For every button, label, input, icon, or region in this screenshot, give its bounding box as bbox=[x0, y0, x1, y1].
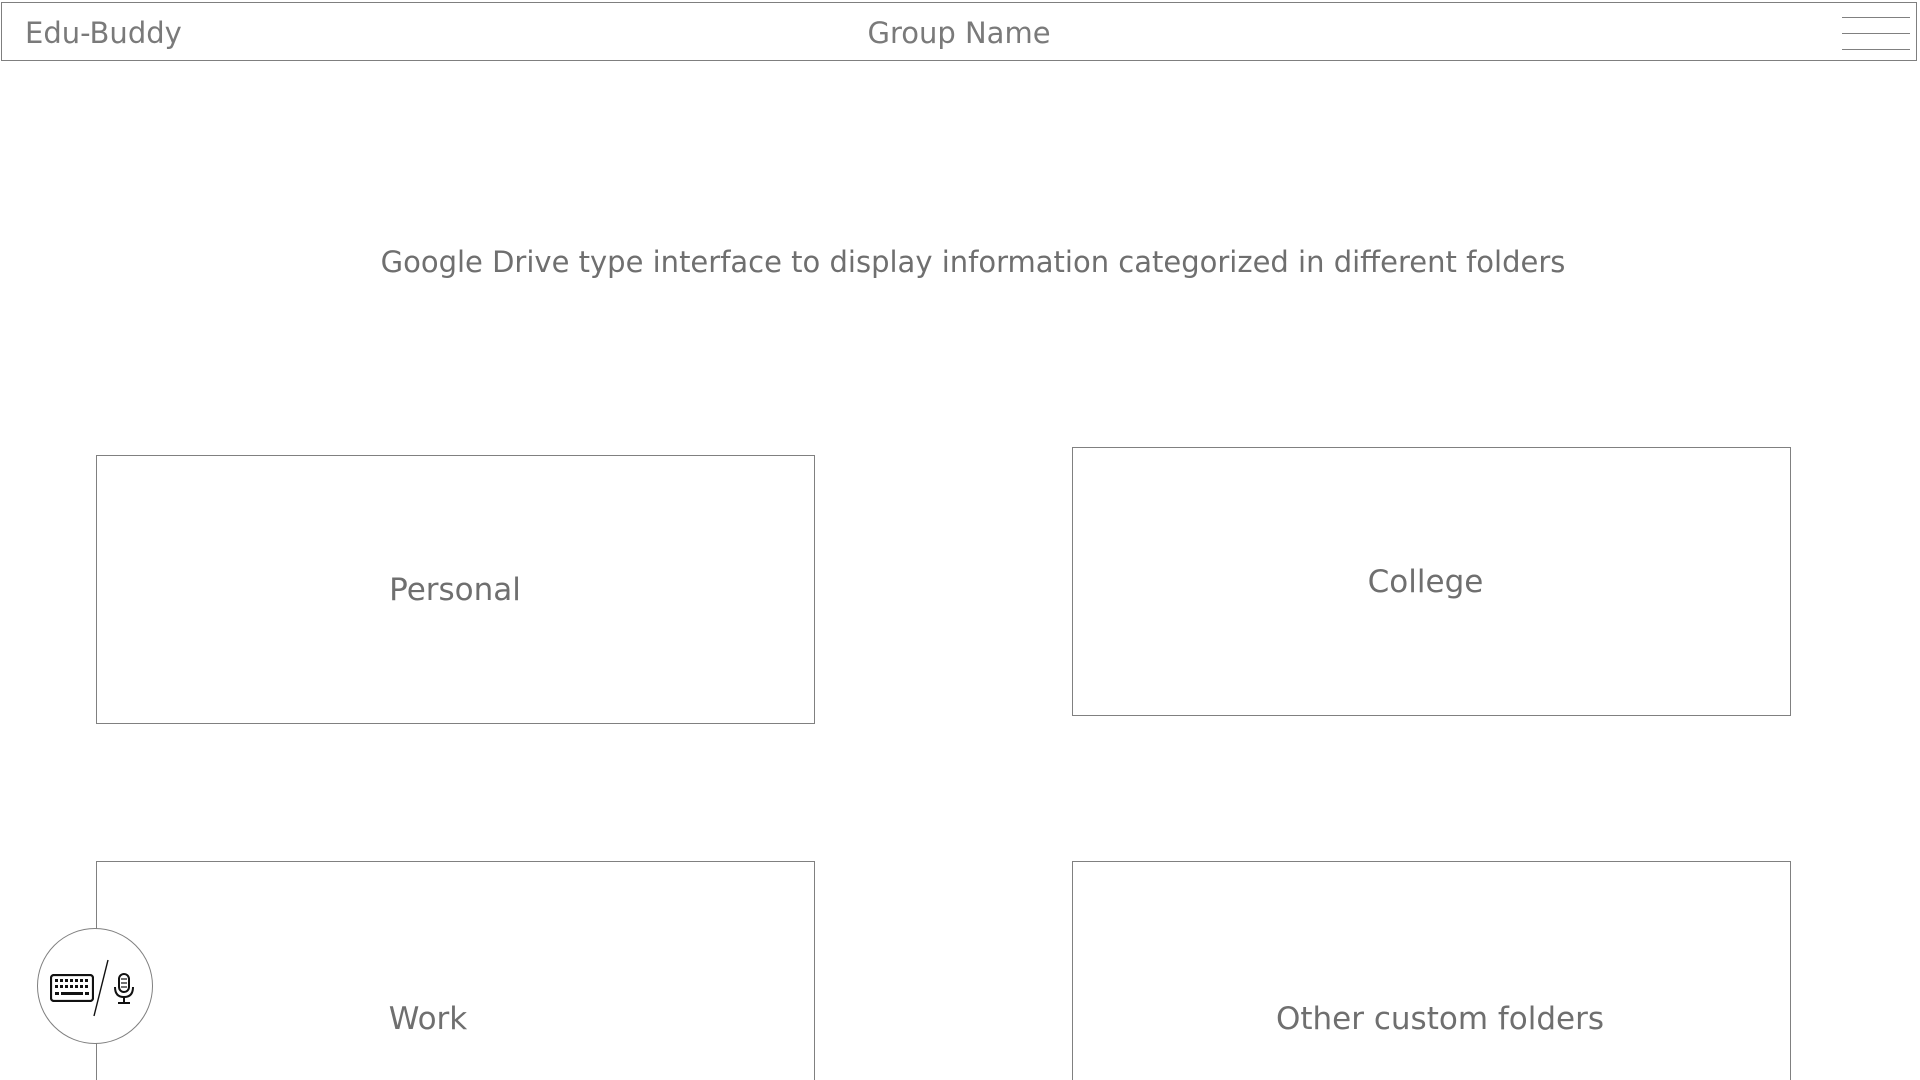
folder-label: Work bbox=[388, 1001, 468, 1037]
input-mode-toggle-button[interactable] bbox=[37, 928, 153, 1044]
menu-line bbox=[1842, 17, 1910, 18]
folder-personal[interactable]: Personal bbox=[96, 455, 815, 724]
microphone-icon bbox=[114, 973, 134, 1004]
top-bar: Edu-Buddy Group Name bbox=[1, 2, 1917, 61]
slash-divider bbox=[93, 959, 109, 1017]
menu-line bbox=[1842, 33, 1910, 34]
folder-work[interactable]: Work bbox=[96, 861, 815, 1080]
folder-label: Personal bbox=[389, 571, 521, 608]
menu-line bbox=[1842, 49, 1910, 50]
folder-label: Other custom folders bbox=[1275, 1001, 1605, 1037]
folder-college[interactable]: College bbox=[1072, 447, 1791, 716]
folder-other-custom[interactable]: Other custom folders bbox=[1072, 861, 1791, 1080]
hamburger-menu-icon[interactable] bbox=[1842, 13, 1910, 53]
keyboard-icon bbox=[50, 974, 94, 1002]
group-name: Group Name bbox=[867, 16, 1051, 50]
page-description: Google Drive type interface to display i… bbox=[380, 245, 1566, 279]
folder-label: College bbox=[1367, 563, 1484, 600]
app-screen: Edu-Buddy Group Name Google Drive type i… bbox=[0, 0, 1920, 1080]
